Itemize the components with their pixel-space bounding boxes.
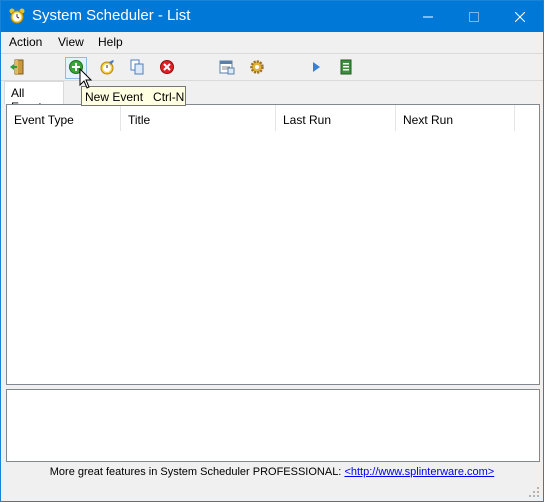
alarm-clock-icon [9,8,25,24]
status-footer: More great features in System Scheduler … [1,466,543,486]
delete-event-button[interactable] [156,57,178,79]
export-icon [338,59,354,78]
run-now-button[interactable] [305,57,327,79]
column-header-next-run[interactable]: Next Run [396,105,515,131]
footer-text: More great features in System Scheduler … [49,466,345,478]
column-label: Title [128,113,151,127]
mouse-cursor-icon [79,67,93,90]
event-list[interactable]: Event Type Title Last Run Next Run [6,104,540,385]
tab-all-events[interactable]: All Events [4,81,64,114]
event-details-panel[interactable] [6,389,540,462]
delete-icon [159,59,175,78]
exit-button[interactable] [6,57,28,79]
exit-icon [9,59,25,78]
copy-icon [129,59,145,78]
column-header-last-run[interactable]: Last Run [276,105,396,131]
maximize-icon [469,11,479,22]
column-header-event-type[interactable]: Event Type [7,105,121,131]
close-icon [515,11,525,22]
menu-bar: Action View Help [1,32,543,53]
preferences-button[interactable] [246,57,268,79]
close-button[interactable] [497,1,543,32]
menu-view[interactable]: View [58,35,84,49]
minimize-button[interactable] [405,1,451,32]
view-log-button[interactable] [216,57,238,79]
column-label: Next Run [403,113,454,127]
column-label: Event Type [14,113,74,127]
tooltip: New Event Ctrl-N [81,86,186,106]
window-title: System Scheduler - List [32,7,191,24]
maximize-button[interactable] [451,1,497,32]
title-bar[interactable]: System Scheduler - List [1,1,543,32]
menu-action[interactable]: Action [9,35,42,49]
copy-event-button[interactable] [126,57,148,79]
resize-grip-icon[interactable] [528,486,540,498]
gear-icon [249,59,265,78]
edit-event-button[interactable] [96,57,118,79]
play-icon [308,59,324,78]
column-header-title[interactable]: Title [121,105,276,131]
export-button[interactable] [335,57,357,79]
website-link[interactable]: <http://www.splinterware.com> [344,466,494,478]
column-label: Last Run [283,113,332,127]
minimize-icon [423,16,433,17]
log-icon [219,59,235,78]
menu-help[interactable]: Help [98,35,123,49]
edit-clock-icon [99,59,115,78]
